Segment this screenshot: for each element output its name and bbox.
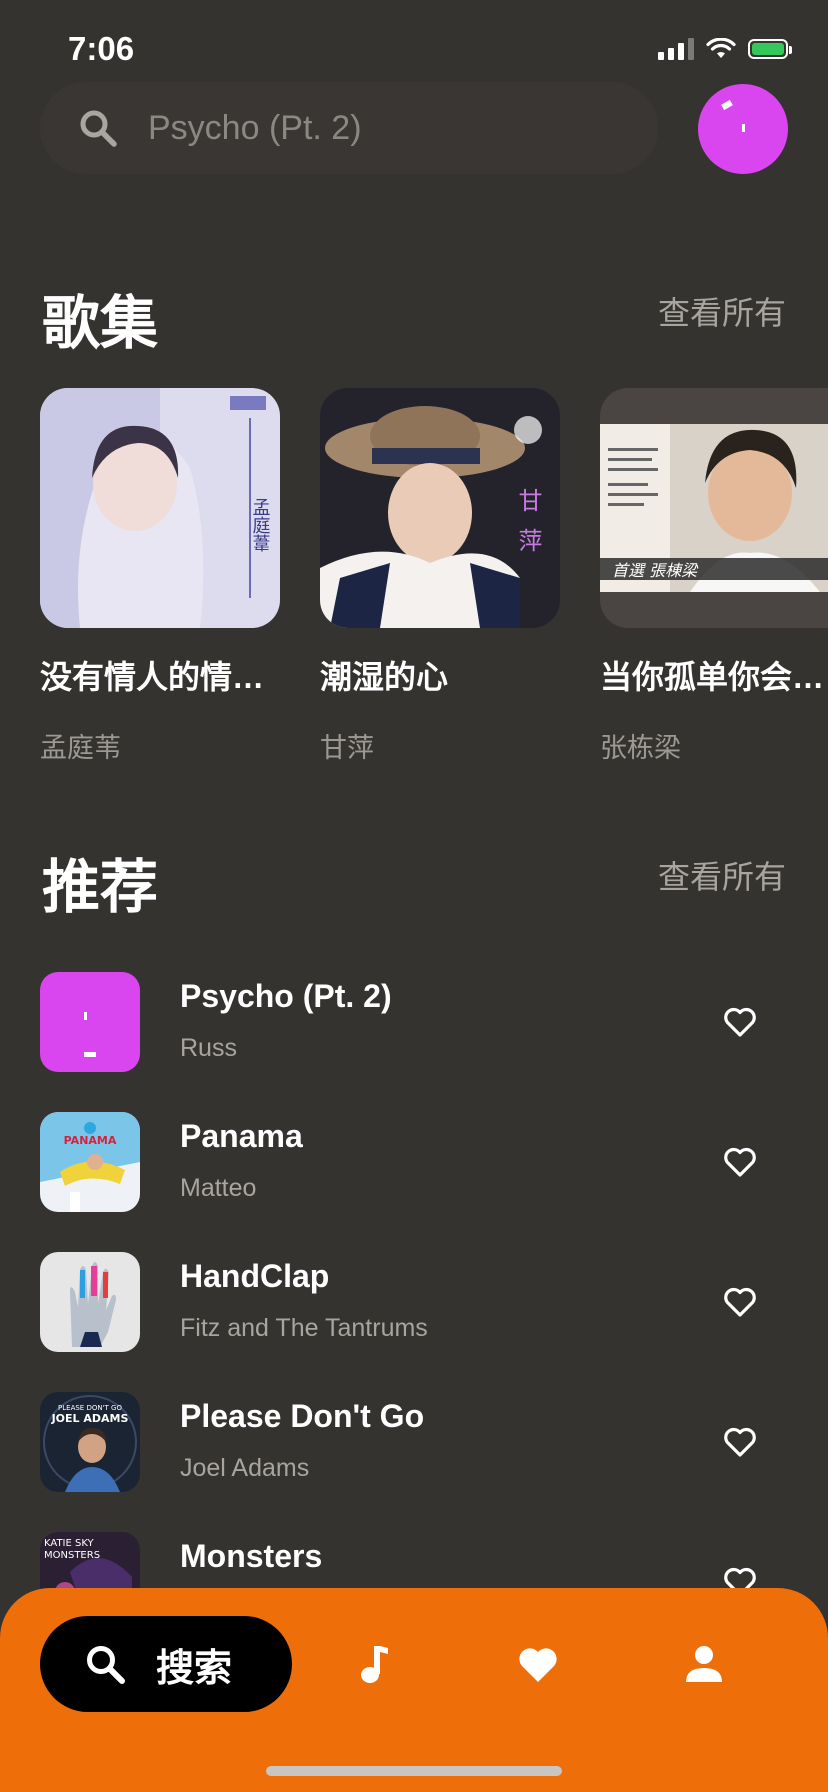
status-time: 7:06	[68, 30, 135, 67]
recommend-see-all-link[interactable]: 查看所有	[658, 852, 786, 898]
song-artist: Fitz and The Tantrums	[180, 1314, 428, 1342]
album-artist: 甘萍	[320, 733, 374, 763]
song-thumbnail: PLEASE DON'T GO JOEL ADAMS	[40, 1392, 140, 1492]
list-item[interactable]: HandClap Fitz and The Tantrums	[40, 1252, 790, 1352]
song-thumbnail	[40, 972, 140, 1072]
list-item[interactable]: PANAMA Panama Matteo	[40, 1112, 790, 1212]
list-item[interactable]: PLEASE DON'T GO JOEL ADAMS Please Don't …	[40, 1392, 790, 1492]
song-title: Please Don't Go	[180, 1398, 425, 1434]
album-artist: 孟庭苇	[40, 733, 121, 763]
heart-outline-icon[interactable]	[722, 1284, 758, 1320]
battery-icon	[748, 39, 792, 59]
album-card[interactable]: 首選 張棟梁 当你孤单你会… 张栋梁	[600, 388, 828, 765]
album-cover: 首選 張棟梁	[600, 388, 828, 628]
song-artist: Matteo	[180, 1174, 257, 1202]
svg-text:JOEL ADAMS: JOEL ADAMS	[51, 1412, 129, 1425]
album-cover: 孟庭葦	[40, 388, 280, 628]
svg-text:甘: 甘	[514, 488, 542, 512]
search-bar[interactable]	[40, 82, 658, 174]
list-item[interactable]: Psycho (Pt. 2) Russ	[40, 972, 790, 1072]
heart-outline-icon[interactable]	[722, 1424, 758, 1460]
bottom-navigation: 搜索	[0, 1588, 828, 1792]
heart-icon[interactable]	[516, 1642, 560, 1686]
album-artist: 张栋梁	[600, 733, 681, 763]
wifi-icon	[706, 38, 736, 58]
search-input[interactable]	[146, 107, 630, 149]
song-title: Psycho (Pt. 2)	[180, 978, 392, 1014]
song-title: HandClap	[180, 1258, 330, 1294]
avatar[interactable]	[698, 84, 788, 174]
album-title: 潮湿的心	[320, 659, 449, 695]
music-note-icon[interactable]	[352, 1642, 396, 1686]
album-card[interactable]: 孟庭葦 没有情人的情… 孟庭苇	[40, 388, 280, 765]
album-title: 没有情人的情…	[40, 659, 265, 695]
albums-section-title: 歌集	[42, 291, 159, 356]
cellular-signal-icon	[658, 38, 694, 60]
svg-text:PANAMA: PANAMA	[64, 1134, 117, 1147]
recommend-section-title: 推荐	[42, 855, 159, 920]
svg-text:PLEASE DON'T GO: PLEASE DON'T GO	[58, 1404, 122, 1412]
heart-outline-icon[interactable]	[722, 1004, 758, 1040]
search-icon	[80, 110, 117, 147]
album-title: 当你孤单你会…	[600, 659, 825, 695]
song-thumbnail: PANAMA	[40, 1112, 140, 1212]
search-icon	[87, 1646, 125, 1684]
svg-text:孟庭葦: 孟庭葦	[250, 498, 271, 552]
nav-search-label: 搜索	[156, 1647, 233, 1690]
home-indicator	[266, 1766, 562, 1776]
song-title: Monsters	[180, 1538, 323, 1574]
heart-outline-icon[interactable]	[722, 1144, 758, 1180]
svg-text:KATIE SKY: KATIE SKY	[44, 1538, 95, 1549]
song-artist: Joel Adams	[180, 1454, 310, 1482]
song-thumbnail	[40, 1252, 140, 1352]
status-icons	[658, 38, 792, 60]
svg-text:萍: 萍	[514, 528, 542, 552]
album-card[interactable]: 甘 萍 潮湿的心 甘萍	[320, 388, 560, 765]
song-title: Panama	[180, 1118, 303, 1154]
albums-see-all-link[interactable]: 查看所有	[658, 288, 786, 334]
svg-text:首選 張棟梁: 首選 張棟梁	[612, 561, 699, 580]
song-artist: Russ	[180, 1034, 237, 1062]
nav-search-button[interactable]: 搜索	[40, 1616, 292, 1712]
album-cover: 甘 萍	[320, 388, 560, 628]
person-icon[interactable]	[682, 1642, 726, 1686]
